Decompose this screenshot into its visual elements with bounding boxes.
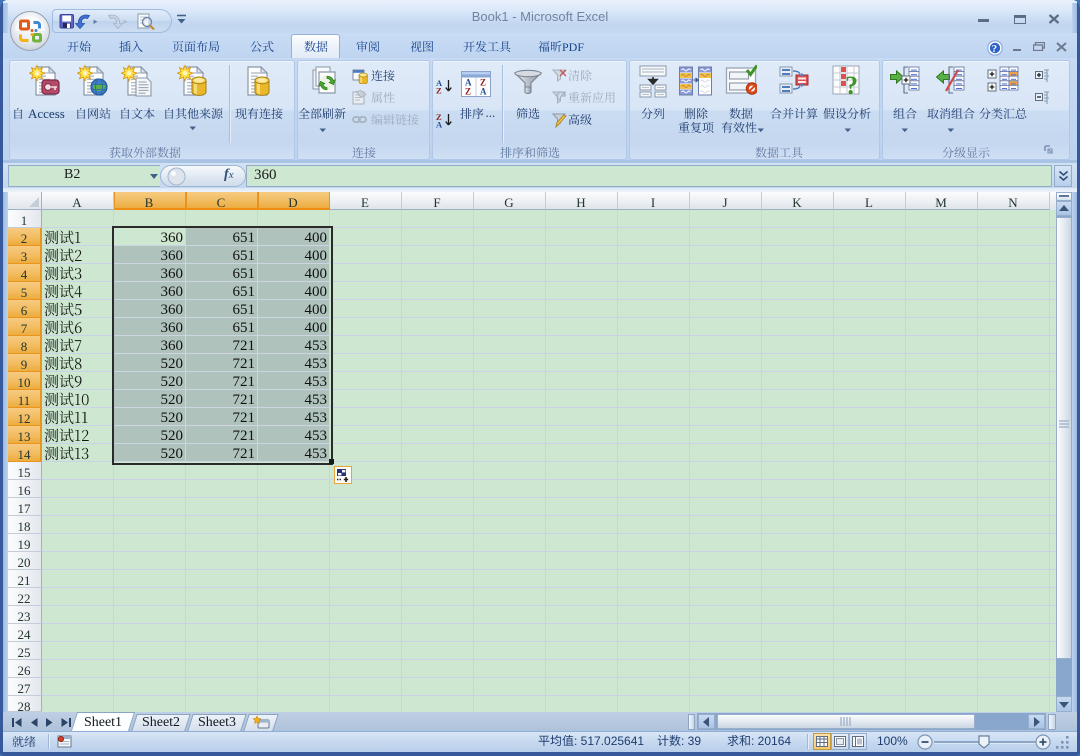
svg-text:A: A [436, 120, 443, 129]
svg-text:Z: Z [436, 86, 442, 95]
svg-text:?: ? [992, 43, 998, 55]
svg-text:A: A [480, 87, 487, 97]
svg-text:?: ? [845, 71, 858, 98]
svg-text:Z: Z [465, 87, 471, 97]
